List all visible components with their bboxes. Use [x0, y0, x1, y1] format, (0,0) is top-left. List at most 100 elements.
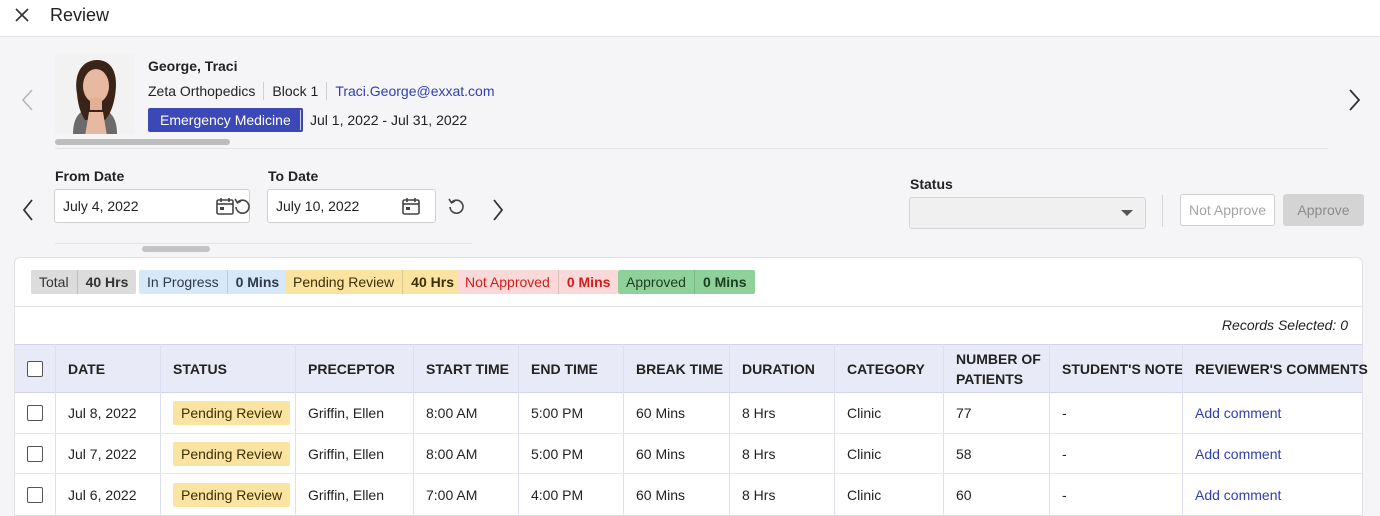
- add-comment-link[interactable]: Add comment: [1195, 485, 1281, 505]
- next-student-icon[interactable]: [1346, 88, 1362, 112]
- to-date-label: To Date: [268, 168, 319, 184]
- chevron-down-icon: [1121, 210, 1133, 216]
- column-header-students-note[interactable]: STUDENT'S NOTE: [1050, 344, 1184, 393]
- column-header-date[interactable]: DATE: [56, 344, 105, 393]
- column-header-end-time[interactable]: END TIME: [519, 344, 598, 393]
- select-all-checkbox[interactable]: [27, 361, 43, 377]
- chip-label: In Progress: [147, 274, 219, 290]
- horizontal-scrollbar[interactable]: [55, 139, 230, 145]
- cell-start-time: 8:00 AM: [426, 446, 478, 462]
- separator: [326, 82, 328, 100]
- row-checkbox[interactable]: [27, 487, 43, 503]
- separator: [263, 82, 265, 100]
- row-checkbox[interactable]: [27, 405, 43, 421]
- column-divider: [160, 344, 161, 516]
- next-week-icon[interactable]: [491, 198, 505, 222]
- chip-value: 0 Mins: [226, 270, 288, 294]
- chip-value: 40 Hrs: [76, 270, 137, 294]
- records-selected-count: Records Selected: 0: [1221, 317, 1348, 333]
- column-header-number-of-patients[interactable]: NUMBER OF PATIENTS: [944, 344, 1041, 393]
- cell-duration: 8 Hrs: [742, 405, 776, 421]
- to-date-value: July 10, 2022: [276, 198, 360, 214]
- cell-preceptor: Griffin, Ellen: [308, 446, 384, 462]
- chip-label: Pending Review: [293, 274, 395, 290]
- not-approve-button[interactable]: Not Approve: [1180, 194, 1275, 226]
- cell-category: Clinic: [847, 487, 882, 503]
- student-email-link[interactable]: Traci.George@exxat.com: [335, 83, 494, 99]
- from-date-field[interactable]: July 4, 2022: [54, 189, 250, 223]
- column-header-preceptor[interactable]: PRECEPTOR: [296, 344, 395, 393]
- chip-label: Total: [39, 274, 69, 290]
- student-avatar: [55, 54, 135, 134]
- divider: [1162, 195, 1163, 227]
- chip-label: Approved: [626, 274, 686, 290]
- status-badge: Pending Review: [173, 483, 291, 507]
- not-approved-summary-chip: Not Approved 0 Mins: [457, 270, 619, 294]
- chip-value: 0 Mins: [557, 270, 619, 294]
- column-header-break-time[interactable]: BREAK TIME: [624, 344, 723, 393]
- block-name: Block 1: [272, 83, 319, 99]
- column-divider: [1049, 344, 1050, 516]
- column-divider: [943, 344, 944, 516]
- close-icon[interactable]: [12, 5, 32, 25]
- header-line: NUMBER OF: [956, 350, 1041, 367]
- status-select[interactable]: [909, 197, 1146, 229]
- cell-student-note: -: [1062, 446, 1067, 462]
- student-name: George, Traci: [148, 58, 238, 74]
- cell-break-time: 60 Mins: [636, 405, 686, 421]
- cell-patients: 77: [956, 405, 972, 421]
- cell-duration: 8 Hrs: [742, 487, 776, 503]
- divider: [55, 243, 472, 244]
- column-header-start-time[interactable]: START TIME: [414, 344, 509, 393]
- cell-patients: 58: [956, 446, 972, 462]
- cell-preceptor: Griffin, Ellen: [308, 405, 384, 421]
- to-date-field[interactable]: July 10, 2022: [267, 189, 436, 223]
- reset-from-date-icon[interactable]: [232, 196, 252, 216]
- horizontal-scrollbar[interactable]: [142, 246, 210, 252]
- column-header-duration[interactable]: DURATION: [730, 344, 815, 393]
- dialog-header: Review: [0, 0, 1380, 37]
- previous-week-icon[interactable]: [21, 198, 35, 222]
- column-header-category[interactable]: CATEGORY: [835, 344, 925, 393]
- column-header-reviewers-comments[interactable]: REVIEWER'S COMMENTS: [1183, 344, 1368, 393]
- add-comment-link[interactable]: Add comment: [1195, 403, 1281, 423]
- cell-student-note: -: [1062, 487, 1067, 503]
- cell-preceptor: Griffin, Ellen: [308, 487, 384, 503]
- cell-date: Jul 8, 2022: [68, 405, 137, 421]
- reset-to-date-icon[interactable]: [446, 196, 466, 216]
- approved-summary-chip: Approved 0 Mins: [618, 270, 755, 294]
- row-divider: [15, 433, 1362, 434]
- previous-student-icon[interactable]: [20, 88, 36, 112]
- cell-break-time: 60 Mins: [636, 446, 686, 462]
- column-divider: [295, 344, 296, 516]
- from-date-value: July 4, 2022: [63, 198, 139, 214]
- row-checkbox[interactable]: [27, 446, 43, 462]
- column-divider: [729, 344, 730, 516]
- cell-end-time: 5:00 PM: [531, 446, 584, 462]
- in-progress-summary-chip: In Progress 0 Mins: [139, 270, 288, 294]
- cell-end-time: 5:00 PM: [531, 405, 584, 421]
- cell-duration: 8 Hrs: [742, 446, 776, 462]
- add-comment-link[interactable]: Add comment: [1195, 444, 1281, 464]
- student-details: Zeta Orthopedics Block 1 Traci.George@ex…: [148, 82, 495, 100]
- total-summary-chip: Total 40 Hrs: [31, 270, 137, 294]
- cell-patients: 60: [956, 487, 972, 503]
- specialty-badge: Emergency Medicine: [148, 108, 303, 132]
- cell-date: Jul 6, 2022: [68, 487, 137, 503]
- approve-button[interactable]: Approve: [1283, 194, 1364, 226]
- chip-value: 0 Mins: [693, 270, 755, 294]
- status-label: Status: [910, 176, 953, 192]
- rotation-dates: Jul 1, 2022 - Jul 31, 2022: [310, 112, 468, 128]
- cell-start-time: 8:00 AM: [426, 405, 478, 421]
- site-name: Zeta Orthopedics: [148, 83, 256, 99]
- calendar-icon[interactable]: [401, 196, 421, 216]
- column-divider: [518, 344, 519, 516]
- cell-category: Clinic: [847, 405, 882, 421]
- header-line: PATIENTS: [956, 370, 1024, 387]
- divider: [55, 148, 1328, 149]
- cell-break-time: 60 Mins: [636, 487, 686, 503]
- cell-student-note: -: [1062, 405, 1067, 421]
- divider: [15, 306, 1362, 307]
- column-divider: [1182, 344, 1183, 516]
- column-header-status[interactable]: STATUS: [161, 344, 227, 393]
